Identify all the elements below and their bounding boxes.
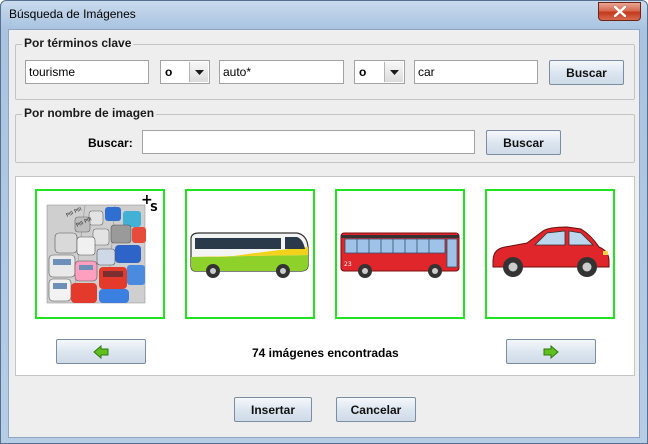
traffic-jam-image: PIII PIII PIII PIII + S (46, 192, 158, 304)
operator-select-2[interactable]: o (354, 60, 405, 84)
by-name-group: Por nombre de imagen Buscar: Buscar (15, 106, 635, 163)
close-icon (613, 6, 626, 17)
thumbnail-traffic-jam[interactable]: PIII PIII PIII PIII + S (35, 189, 165, 319)
thumbnail-red-city-bus[interactable]: 23 (335, 189, 465, 319)
chevron-down-icon[interactable] (384, 62, 403, 82)
keyword-field-3[interactable]: car (414, 60, 538, 84)
by-name-group-title: Por nombre de imagen (22, 106, 157, 120)
keywords-group: Por términos clave tourisme o auto* o ca… (15, 36, 635, 100)
title-bar[interactable]: Búsqueda de Imágenes (1, 1, 647, 29)
results-panel: PIII PIII PIII PIII + S 23 74 imágenes e… (15, 176, 635, 376)
keyword-field-1[interactable]: tourisme (25, 60, 149, 84)
window-title: Búsqueda de Imágenes (9, 7, 136, 21)
dialog-window: Búsqueda de Imágenes Por términos clave … (0, 0, 648, 444)
thumbnail-green-coach-bus[interactable] (185, 189, 315, 319)
keywords-group-title: Por términos clave (22, 36, 134, 50)
thumbnail-red-car[interactable] (485, 189, 615, 319)
close-button[interactable] (598, 2, 641, 21)
bus-number: 23 (344, 261, 352, 268)
keyword-field-2[interactable]: auto* (219, 60, 344, 84)
cancel-button[interactable]: Cancelar (336, 397, 416, 422)
arrow-right-icon (543, 344, 559, 359)
name-search-button[interactable]: Buscar (486, 130, 561, 155)
by-name-field-label: Buscar: (88, 136, 133, 150)
operator-select-1-value: o (165, 65, 173, 79)
operator-select-1[interactable]: o (160, 60, 210, 84)
next-page-button[interactable] (506, 339, 596, 364)
city-bus-image: 23 (340, 232, 460, 278)
operator-select-2-value: o (359, 65, 367, 79)
previous-page-button[interactable] (56, 339, 146, 364)
dialog-body: Por términos clave tourisme o auto* o ca… (8, 29, 640, 438)
arrow-left-icon (93, 344, 109, 359)
keywords-search-button[interactable]: Buscar (549, 60, 624, 85)
results-count: 74 imágenes encontradas (252, 346, 399, 360)
chevron-down-icon[interactable] (189, 62, 208, 82)
red-car-image (492, 226, 610, 277)
insert-button[interactable]: Insertar (234, 397, 312, 422)
coach-bus-image (190, 232, 309, 278)
svg-text:S: S (150, 201, 158, 214)
image-name-input[interactable] (142, 130, 475, 154)
